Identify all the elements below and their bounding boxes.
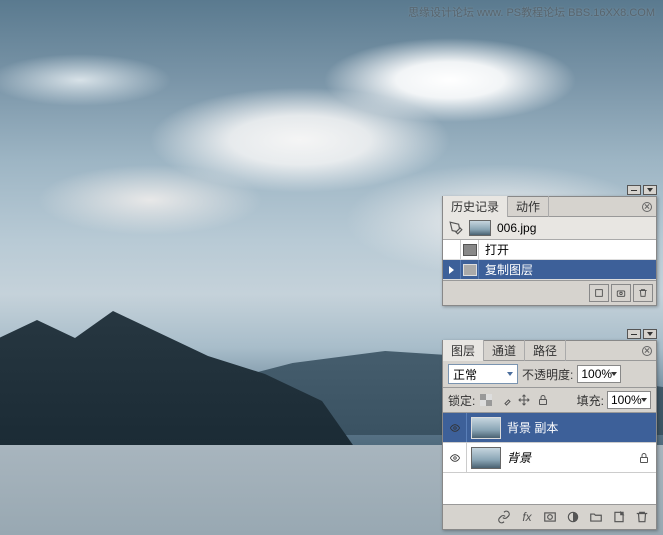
fx-icon: fx — [522, 510, 531, 524]
eye-icon — [448, 423, 462, 433]
close-icon[interactable] — [642, 346, 652, 356]
history-panel: 历史记录 动作 006.jpg 打开 复制图层 — [442, 196, 657, 306]
history-item-open[interactable]: 打开 — [443, 240, 656, 260]
tab-paths[interactable]: 路径 — [525, 340, 566, 361]
layer-list: 背景 副本 背景 — [443, 413, 656, 504]
lock-icon — [638, 452, 650, 464]
move-icon — [518, 394, 530, 406]
page-icon — [463, 244, 477, 256]
brush-icon — [449, 221, 463, 235]
history-step-icon — [461, 260, 479, 279]
folder-icon — [589, 510, 603, 524]
history-slot — [443, 240, 461, 259]
panel-menu-buttons — [627, 185, 657, 195]
layers-panel: 图层 通道 路径 正常 不透明度: 100% 锁定: 填充: 100% 背景 副… — [442, 340, 657, 530]
layer-thumbnail — [471, 417, 501, 439]
history-document-row[interactable]: 006.jpg — [443, 217, 656, 240]
history-list: 打开 复制图层 — [443, 240, 656, 280]
layer-row-background[interactable]: 背景 — [443, 443, 656, 473]
minimize-button[interactable] — [627, 185, 641, 195]
history-footer — [443, 280, 656, 305]
layer-name: 背景 副本 — [505, 419, 656, 436]
camera-icon — [616, 288, 626, 298]
panel-menu-button[interactable] — [643, 185, 657, 195]
lock-position-button[interactable] — [516, 392, 532, 408]
layer-controls-row2: 锁定: 填充: 100% — [443, 388, 656, 413]
tab-layers[interactable]: 图层 — [443, 340, 484, 361]
tab-actions[interactable]: 动作 — [508, 196, 549, 217]
adjustment-layer-button[interactable] — [562, 508, 584, 526]
history-step-icon — [461, 240, 479, 259]
document-name: 006.jpg — [497, 221, 536, 235]
layer-row-background-copy[interactable]: 背景 副本 — [443, 413, 656, 443]
lock-transparency-button[interactable] — [478, 392, 494, 408]
layer-controls-row1: 正常 不透明度: 100% — [443, 361, 656, 388]
close-icon[interactable] — [642, 202, 652, 212]
lock-all-button[interactable] — [535, 392, 551, 408]
mask-icon — [543, 510, 557, 524]
layer-name: 背景 — [505, 449, 638, 466]
eye-icon — [448, 453, 462, 463]
blend-mode-dropdown[interactable]: 正常 — [448, 364, 518, 384]
page-icon — [463, 264, 477, 276]
visibility-toggle[interactable] — [443, 413, 467, 442]
new-snapshot-button[interactable] — [589, 284, 609, 302]
lock-pixels-button[interactable] — [497, 392, 513, 408]
history-play-cell — [443, 260, 461, 279]
layer-thumbnail — [471, 447, 501, 469]
fill-label: 填充: — [577, 392, 604, 409]
tab-channels[interactable]: 通道 — [484, 340, 525, 361]
new-page-icon — [612, 510, 626, 524]
checker-icon — [480, 394, 492, 406]
history-label: 复制图层 — [479, 261, 656, 278]
layers-tabs: 图层 通道 路径 — [443, 341, 656, 361]
layer-mask-button[interactable] — [539, 508, 561, 526]
link-layers-button[interactable] — [493, 508, 515, 526]
lock-label: 锁定: — [448, 392, 475, 409]
opacity-input[interactable]: 100% — [577, 365, 621, 383]
new-group-button[interactable] — [585, 508, 607, 526]
minimize-button[interactable] — [627, 329, 641, 339]
circle-half-icon — [566, 510, 580, 524]
history-item-duplicate-layer[interactable]: 复制图层 — [443, 260, 656, 280]
watermark-top-text: 思缘设计论坛 www. PS教程论坛 BBS.16XX8.COM — [408, 4, 655, 20]
document-icon — [594, 288, 604, 298]
new-layer-button[interactable] — [608, 508, 630, 526]
layer-style-button[interactable]: fx — [516, 508, 538, 526]
new-state-button[interactable] — [611, 284, 631, 302]
fill-input[interactable]: 100% — [607, 391, 651, 409]
document-thumbnail — [469, 220, 491, 236]
visibility-toggle[interactable] — [443, 443, 467, 472]
layers-footer: fx — [443, 504, 656, 529]
panel-menu-buttons — [627, 329, 657, 339]
panel-menu-button[interactable] — [643, 329, 657, 339]
opacity-label: 不透明度: — [522, 366, 573, 383]
brush-icon — [499, 394, 511, 406]
blend-mode-value: 正常 — [453, 366, 477, 383]
history-label: 打开 — [479, 241, 656, 258]
tab-history[interactable]: 历史记录 — [443, 196, 508, 217]
history-tabs: 历史记录 动作 — [443, 197, 656, 217]
play-icon — [449, 266, 454, 274]
lock-icon — [537, 394, 549, 406]
trash-icon — [635, 510, 649, 524]
fill-value: 100% — [611, 393, 642, 407]
delete-state-button[interactable] — [633, 284, 653, 302]
delete-layer-button[interactable] — [631, 508, 653, 526]
opacity-value: 100% — [581, 367, 612, 381]
trash-icon — [638, 288, 648, 298]
link-icon — [497, 510, 511, 524]
